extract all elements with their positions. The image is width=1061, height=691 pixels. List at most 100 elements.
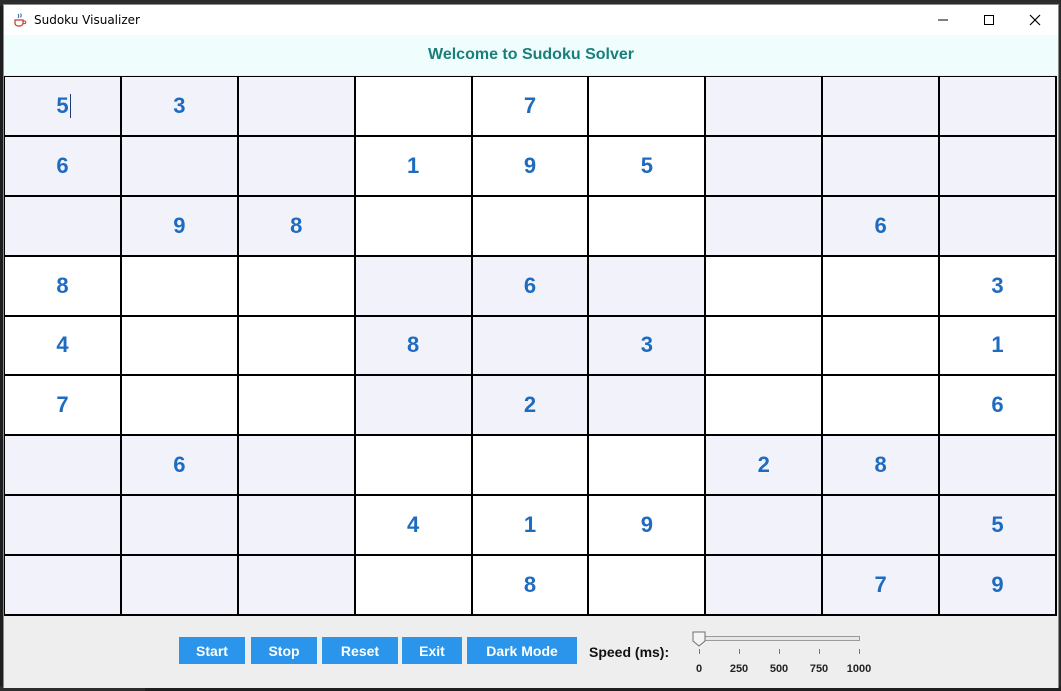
- speed-slider-track[interactable]: [694, 636, 860, 641]
- sudoku-cell[interactable]: [823, 136, 941, 197]
- sudoku-cell[interactable]: [121, 256, 239, 317]
- sudoku-cell[interactable]: 2: [706, 436, 824, 497]
- speed-slider-thumb[interactable]: [691, 631, 707, 647]
- sudoku-cell[interactable]: 8: [238, 196, 356, 257]
- sudoku-cell[interactable]: [355, 77, 473, 137]
- sudoku-cell[interactable]: 8: [355, 316, 473, 377]
- sudoku-cell[interactable]: 1: [940, 316, 1057, 377]
- sudoku-cell[interactable]: [472, 316, 590, 377]
- slider-tick: [779, 649, 780, 654]
- sudoku-cell[interactable]: [940, 436, 1057, 497]
- app-window: Sudoku Visualizer Welcome to Sudoku Solv…: [3, 4, 1059, 688]
- sudoku-cell[interactable]: 5: [940, 496, 1057, 557]
- sudoku-cell[interactable]: [940, 136, 1057, 197]
- exit-button[interactable]: Exit: [402, 637, 462, 664]
- close-icon: [1029, 14, 1041, 26]
- sudoku-cell[interactable]: 1: [472, 496, 590, 557]
- reset-button[interactable]: Reset: [322, 637, 398, 664]
- sudoku-cell[interactable]: [589, 256, 707, 317]
- sudoku-cell[interactable]: [706, 136, 824, 197]
- sudoku-cell[interactable]: [355, 256, 473, 317]
- sudoku-cell[interactable]: [706, 556, 824, 616]
- slider-tick-label: 750: [809, 663, 829, 675]
- dark-mode-button[interactable]: Dark Mode: [467, 637, 577, 664]
- sudoku-cell[interactable]: [940, 77, 1057, 137]
- sudoku-cell[interactable]: 9: [472, 136, 590, 197]
- sudoku-cell[interactable]: [355, 376, 473, 437]
- sudoku-cell[interactable]: [589, 77, 707, 137]
- sudoku-cell[interactable]: 4: [5, 316, 122, 377]
- sudoku-cell[interactable]: [5, 556, 122, 616]
- slider-tick-label: 250: [729, 663, 749, 675]
- sudoku-cell[interactable]: 6: [940, 376, 1057, 437]
- sudoku-cell[interactable]: [238, 556, 356, 616]
- sudoku-cell[interactable]: 3: [940, 256, 1057, 317]
- sudoku-cell[interactable]: [238, 256, 356, 317]
- sudoku-cell[interactable]: [589, 196, 707, 257]
- sudoku-cell[interactable]: 6: [5, 136, 122, 197]
- sudoku-cell[interactable]: 4: [355, 496, 473, 557]
- sudoku-cell[interactable]: 3: [589, 316, 707, 377]
- sudoku-cell[interactable]: [823, 256, 941, 317]
- sudoku-cell[interactable]: 8: [823, 436, 941, 497]
- sudoku-cell[interactable]: [238, 496, 356, 557]
- sudoku-cell[interactable]: [706, 316, 824, 377]
- sudoku-cell[interactable]: 7: [5, 376, 122, 437]
- sudoku-cell[interactable]: [5, 496, 122, 557]
- sudoku-cell[interactable]: [706, 376, 824, 437]
- sudoku-cell[interactable]: [121, 316, 239, 377]
- sudoku-cell[interactable]: [355, 436, 473, 497]
- sudoku-cell[interactable]: 9: [589, 496, 707, 557]
- sudoku-cell[interactable]: 8: [472, 556, 590, 616]
- sudoku-cell[interactable]: [238, 436, 356, 497]
- sudoku-cell[interactable]: [472, 436, 590, 497]
- sudoku-cell[interactable]: 6: [823, 196, 941, 257]
- sudoku-cell[interactable]: 7: [472, 77, 590, 137]
- sudoku-cell[interactable]: [823, 77, 941, 137]
- sudoku-cell[interactable]: [5, 196, 122, 257]
- sudoku-cell[interactable]: [238, 316, 356, 377]
- sudoku-cell[interactable]: 7: [823, 556, 941, 616]
- sudoku-cell[interactable]: 6: [472, 256, 590, 317]
- sudoku-cell[interactable]: 6: [121, 436, 239, 497]
- minimize-button[interactable]: [920, 5, 966, 35]
- sudoku-cell[interactable]: [121, 496, 239, 557]
- sudoku-cell[interactable]: [355, 556, 473, 616]
- sudoku-cell[interactable]: [5, 436, 122, 497]
- sudoku-cell[interactable]: [238, 77, 356, 137]
- sudoku-cell[interactable]: [706, 496, 824, 557]
- sudoku-cell[interactable]: 2: [472, 376, 590, 437]
- sudoku-cell[interactable]: [472, 196, 590, 257]
- sudoku-cell[interactable]: [823, 316, 941, 377]
- sudoku-cell[interactable]: 1: [355, 136, 473, 197]
- sudoku-cell[interactable]: 3: [121, 77, 239, 137]
- sudoku-cell-active[interactable]: 5: [5, 77, 122, 137]
- window-title: Sudoku Visualizer: [34, 13, 140, 27]
- maximize-button[interactable]: [966, 5, 1012, 35]
- sudoku-cell[interactable]: [706, 256, 824, 317]
- sudoku-cell[interactable]: 9: [940, 556, 1057, 616]
- stop-button[interactable]: Stop: [251, 637, 317, 664]
- close-button[interactable]: [1012, 5, 1058, 35]
- sudoku-cell[interactable]: [940, 196, 1057, 257]
- sudoku-cell[interactable]: [238, 136, 356, 197]
- sudoku-cell[interactable]: [121, 136, 239, 197]
- sudoku-cell[interactable]: 9: [121, 196, 239, 257]
- sudoku-cell[interactable]: [121, 556, 239, 616]
- sudoku-cell[interactable]: [589, 376, 707, 437]
- sudoku-cell[interactable]: [121, 376, 239, 437]
- sudoku-cell[interactable]: [706, 196, 824, 257]
- start-button[interactable]: Start: [179, 637, 245, 664]
- sudoku-cell[interactable]: [589, 436, 707, 497]
- slider-tick-label: 1000: [846, 663, 872, 675]
- sudoku-cell[interactable]: [823, 496, 941, 557]
- sudoku-cell[interactable]: 5: [589, 136, 707, 197]
- sudoku-cell[interactable]: [355, 196, 473, 257]
- title-bar[interactable]: Sudoku Visualizer: [4, 5, 1058, 35]
- sudoku-cell[interactable]: [589, 556, 707, 616]
- sudoku-cell[interactable]: [238, 376, 356, 437]
- sudoku-cell[interactable]: [823, 376, 941, 437]
- welcome-banner: Welcome to Sudoku Solver: [4, 35, 1058, 75]
- sudoku-cell[interactable]: [706, 77, 824, 137]
- sudoku-cell[interactable]: 8: [5, 256, 122, 317]
